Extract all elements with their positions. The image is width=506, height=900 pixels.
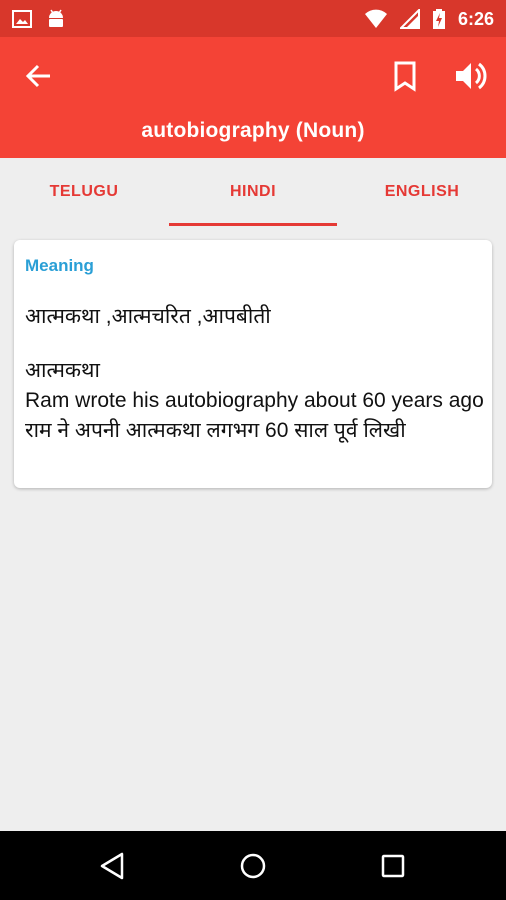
example-word: आत्मकथा xyxy=(25,359,100,382)
tab-telugu[interactable]: TELUGU xyxy=(0,158,168,226)
meaning-heading: Meaning xyxy=(25,256,94,275)
android-notification-icon xyxy=(49,9,63,27)
example-sentence-hindi: राम ने अपनी आत्मकथा लगभग 60 साल पूर्व लि… xyxy=(25,419,406,442)
recents-square-icon[interactable] xyxy=(376,849,410,883)
language-tabs: TELUGU HINDI ENGLISH xyxy=(0,158,506,226)
status-bar-time: 6:26 xyxy=(457,9,494,29)
tab-hindi[interactable]: HINDI xyxy=(169,158,337,226)
back-arrow-icon[interactable] xyxy=(22,59,56,93)
cellular-signal-icon xyxy=(399,9,420,29)
wifi-icon xyxy=(364,9,387,28)
example-sentence-english: Ram wrote his autobiography about 60 yea… xyxy=(25,389,484,412)
page-title: autobiography (Noun) xyxy=(141,119,365,142)
back-triangle-icon[interactable] xyxy=(96,849,130,883)
home-circle-icon[interactable] xyxy=(236,849,270,883)
app-bar: autobiography (Noun) xyxy=(0,37,506,158)
navigation-bar xyxy=(0,831,506,900)
status-bar: 6:26 xyxy=(0,0,506,37)
meaning-list: आत्मकथा ,आत्मचरित ,आपबीती xyxy=(25,305,271,328)
status-bar-notifications xyxy=(12,8,66,30)
status-bar-system: 6:26 xyxy=(364,8,494,30)
volume-icon[interactable] xyxy=(452,57,490,95)
tab-english[interactable]: ENGLISH xyxy=(338,158,506,226)
example-block: आत्मकथा Ram wrote his autobiography abou… xyxy=(25,356,484,446)
image-notification-icon xyxy=(12,10,32,28)
meaning-card: Meaning आत्मकथा ,आत्मचरित ,आपबीती आत्मकथ… xyxy=(14,240,492,488)
bookmark-icon[interactable] xyxy=(388,59,422,93)
battery-charging-icon xyxy=(432,9,445,29)
